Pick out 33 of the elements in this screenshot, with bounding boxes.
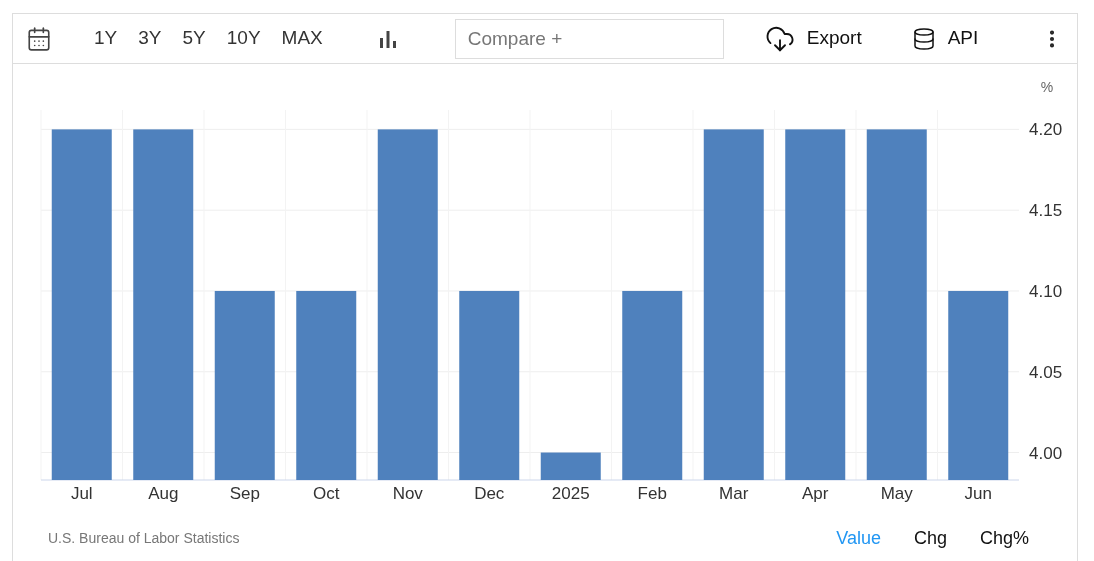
x-axis-label: May — [880, 484, 913, 503]
source-text: U.S. Bureau of Labor Statistics — [48, 529, 240, 548]
bar — [540, 452, 601, 480]
bar-chart-icon[interactable] — [377, 28, 398, 49]
x-axis-label: Jul — [70, 484, 93, 503]
compare-field[interactable]: Compare + — [454, 18, 724, 59]
calendar-icon[interactable] — [26, 25, 52, 52]
x-axis-label: Nov — [392, 484, 423, 503]
range-button[interactable]: 5Y — [182, 24, 206, 53]
api-button[interactable]: API — [911, 24, 979, 53]
x-axis-label: 2025 — [551, 484, 590, 503]
y-axis-label: 4.10 — [1029, 281, 1063, 301]
x-axis-label: Sep — [229, 484, 260, 503]
x-axis-label: Apr — [802, 484, 829, 503]
x-axis-label: Oct — [313, 484, 340, 503]
y-axis-label: 4.15 — [1029, 201, 1063, 221]
y-axis-label: 4.20 — [1029, 120, 1063, 140]
y-axis-label: 4.05 — [1029, 362, 1063, 382]
range-button[interactable]: 10Y — [226, 24, 261, 53]
y-axis-label: 4.00 — [1029, 443, 1063, 463]
export-button[interactable]: Export — [764, 23, 862, 54]
x-axis-label: Mar — [719, 484, 749, 503]
unit-label: % — [1040, 79, 1054, 95]
view-tab[interactable]: Chg% — [979, 525, 1029, 552]
x-axis-label: Aug — [148, 484, 179, 503]
range-button[interactable]: 3Y — [138, 24, 162, 53]
range-button[interactable]: MAX — [281, 24, 323, 53]
view-tab[interactable]: Chg — [913, 525, 947, 552]
x-axis-label: Feb — [637, 484, 667, 503]
x-axis-label: Dec — [474, 484, 505, 503]
database-icon — [911, 26, 936, 51]
range-button[interactable]: 1Y — [94, 24, 118, 53]
x-axis-label: Jun — [964, 484, 992, 503]
